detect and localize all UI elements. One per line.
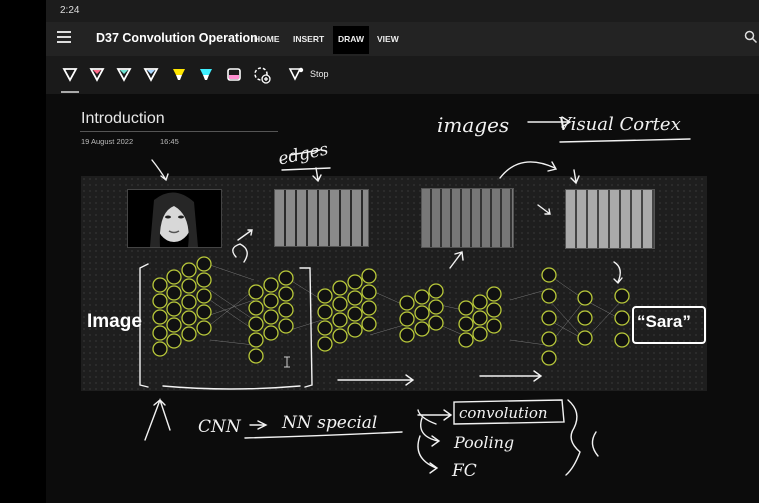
- ink-edges: edges: [276, 139, 330, 169]
- text-cursor-icon: [284, 356, 290, 368]
- ink-nn-special: NN special: [281, 413, 377, 433]
- ink-pooling: Pooling: [453, 433, 514, 452]
- ink-images: images: [437, 113, 509, 137]
- ink-cnn: CNN: [198, 417, 242, 437]
- handwritten-annotations[interactable]: edges images Visual Cortex CNN NN specia…: [0, 0, 759, 503]
- ink-visual-cortex: Visual Cortex: [558, 114, 681, 135]
- ink-convolution: convolution: [459, 404, 548, 422]
- ink-fc: FC: [451, 461, 477, 481]
